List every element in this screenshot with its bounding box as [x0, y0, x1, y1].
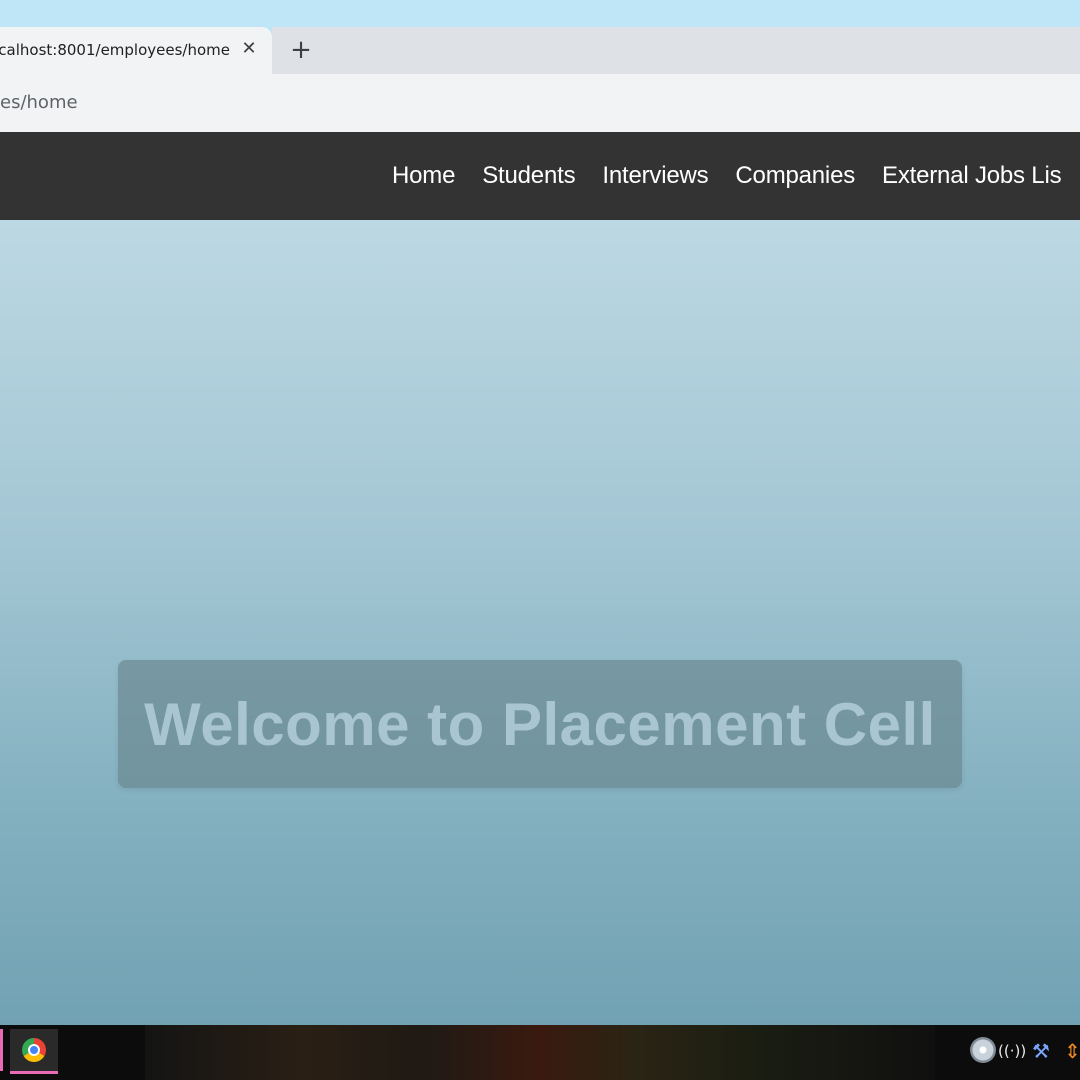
nav-link-home[interactable]: Home: [392, 162, 455, 190]
network-icon[interactable]: ((·)): [998, 1037, 1026, 1065]
disc-icon[interactable]: [970, 1037, 996, 1063]
browser-tab-strip: localhost:8001/employees/home ✕ +: [0, 0, 1080, 74]
welcome-heading: Welcome to Placement Cell: [144, 691, 936, 758]
screen: localhost:8001/employees/home ✕ + es/hom…: [0, 0, 1080, 1080]
taskbar-edge-indicator: [0, 1029, 3, 1071]
system-tray: ((·)) ⚒ ⇕: [968, 1037, 1080, 1069]
browser-tab-active[interactable]: localhost:8001/employees/home ✕: [0, 27, 272, 74]
taskbar-chrome-button[interactable]: [10, 1029, 58, 1074]
taskbar-wallpaper: [145, 1025, 935, 1080]
update-icon[interactable]: ⇕: [1064, 1037, 1080, 1065]
tools-icon[interactable]: ⚒: [1028, 1037, 1054, 1065]
plus-icon[interactable]: +: [287, 36, 315, 64]
nav-link-interviews[interactable]: Interviews: [602, 162, 708, 190]
close-icon[interactable]: ✕: [238, 37, 260, 61]
tab-strip-background: [272, 27, 1080, 74]
nav-link-external-jobs[interactable]: External Jobs Lis: [882, 162, 1062, 190]
welcome-banner: Welcome to Placement Cell: [118, 660, 962, 788]
taskbar: ((·)) ⚒ ⇕: [0, 1025, 1080, 1080]
nav-link-students[interactable]: Students: [482, 162, 575, 190]
chrome-icon: [22, 1038, 46, 1062]
hero-section: Welcome to Placement Cell: [0, 220, 1080, 1025]
address-bar-url: es/home: [0, 92, 78, 113]
nav-links: Home Students Interviews Companies External …: [392, 162, 1080, 190]
address-bar[interactable]: es/home: [0, 81, 1080, 125]
site-navbar: Home Students Interviews Companies External …: [0, 132, 1080, 220]
nav-link-companies[interactable]: Companies: [735, 162, 855, 190]
tab-title: localhost:8001/employees/home: [0, 41, 230, 59]
